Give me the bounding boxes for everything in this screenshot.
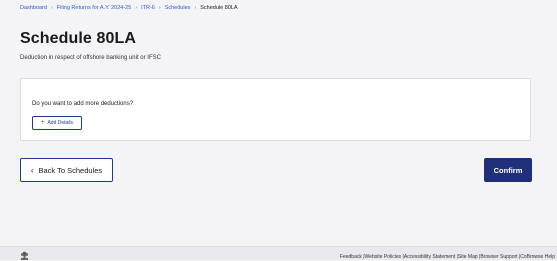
plus-icon: + xyxy=(40,120,45,126)
add-details-button[interactable]: + Add Details xyxy=(32,116,82,130)
back-button-label: Back To Schedules xyxy=(38,165,103,175)
confirm-button-label: Confirm xyxy=(493,165,523,175)
breadcrumb-filing-returns[interactable]: Filing Returns for A.Y. 2024-25 xyxy=(57,4,132,12)
breadcrumb-separator: › xyxy=(50,5,53,11)
footer: Feedback |Website Policies |Accessibilit… xyxy=(0,246,557,260)
breadcrumb-current: Schedule 80LA xyxy=(200,5,238,11)
breadcrumb: Dashboard › Filing Returns for A.Y. 2024… xyxy=(20,4,238,12)
breadcrumb-separator: › xyxy=(158,5,161,11)
breadcrumb-schedules[interactable]: Schedules xyxy=(165,4,191,12)
chevron-left-icon: ‹ xyxy=(30,165,34,175)
breadcrumb-itr6[interactable]: ITR-6 xyxy=(141,4,155,12)
add-deductions-question: Do you want to add more deductions? xyxy=(32,101,134,107)
breadcrumb-separator: › xyxy=(194,5,197,11)
confirm-button[interactable]: Confirm xyxy=(484,158,532,182)
add-details-label: Add Details xyxy=(47,120,74,126)
footer-links[interactable]: Feedback |Website Policies |Accessibilit… xyxy=(340,254,555,260)
page-title: Schedule 80LA xyxy=(20,30,137,47)
emblem-icon xyxy=(20,251,29,260)
deductions-card: Do you want to add more deductions? + Ad… xyxy=(20,78,531,141)
breadcrumb-dashboard[interactable]: Dashboard xyxy=(20,4,47,12)
back-to-schedules-button[interactable]: ‹ Back To Schedules xyxy=(20,158,113,182)
breadcrumb-separator: › xyxy=(135,5,138,11)
page-subtitle: Deduction in respect of offshore banking… xyxy=(20,55,161,61)
